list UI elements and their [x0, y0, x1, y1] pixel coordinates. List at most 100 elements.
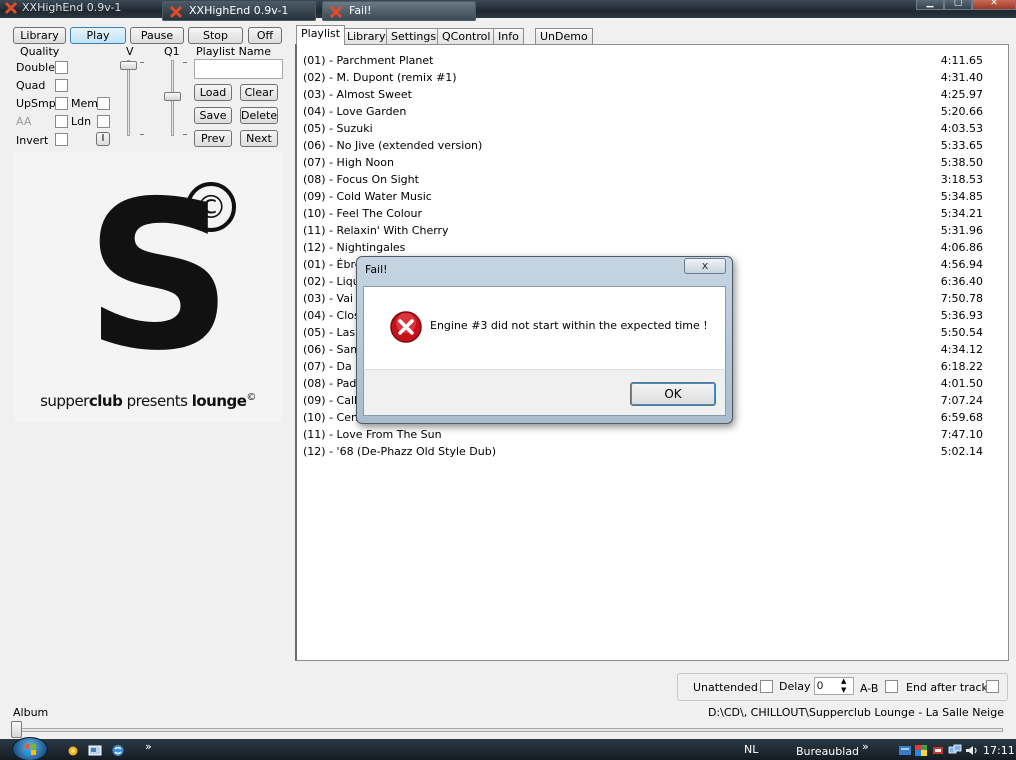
playlist-track-title: (07) - Da S — [303, 360, 363, 373]
invert-checkbox[interactable] — [55, 133, 68, 146]
current-path: D:\CD\, CHILLOUT\Supperclub Lounge - La … — [707, 706, 1004, 719]
album-slider-thumb[interactable] — [11, 721, 22, 738]
playlist-track-duration: 4:03.53 — [940, 122, 983, 135]
sun-icon[interactable] — [66, 744, 80, 757]
tab-undemo[interactable]: UnDemo — [535, 28, 593, 44]
ldn-checkbox[interactable] — [97, 115, 110, 128]
ab-checkbox[interactable] — [885, 680, 898, 693]
desktop-toolbar-chevron-icon[interactable]: » — [862, 740, 869, 753]
upsmp-checkbox[interactable] — [55, 97, 68, 110]
v-slider-thumb[interactable] — [120, 61, 137, 70]
options-group: Unattended Delay ▲ ▼ A-B End after track — [677, 673, 1008, 701]
quick-launch-chevron-icon[interactable]: » — [145, 740, 152, 753]
album-slider-track[interactable] — [13, 728, 1003, 732]
v-slider-tick — [140, 134, 144, 135]
delay-label: Delay — [779, 680, 811, 693]
delete-button[interactable]: Delete — [240, 107, 278, 124]
spin-down-icon[interactable]: ▼ — [841, 686, 846, 695]
off-button[interactable]: Off — [248, 27, 282, 44]
tab-library[interactable]: Library — [342, 28, 391, 44]
playlist-row[interactable]: (02) - M. Dupont (remix #1) 4:31.40 — [303, 69, 983, 86]
playlist-row[interactable]: (10) - Feel The Colour 5:34.21 — [303, 205, 983, 222]
q1-slider-thumb[interactable] — [164, 92, 181, 101]
show-desktop-icon[interactable] — [88, 744, 102, 757]
next-button[interactable]: Next — [240, 130, 278, 147]
playlist-track-duration: 7:07.24 — [940, 394, 983, 407]
caption-supper: supper — [40, 392, 89, 410]
tab-info[interactable]: Info — [493, 28, 524, 44]
playlist-row[interactable]: (06) - No Jive (extended version) 5:33.65 — [303, 137, 983, 154]
playlist-track-duration: 4:25.97 — [940, 88, 983, 101]
switch-windows-icon[interactable] — [111, 744, 125, 757]
tray-network-connections-icon[interactable] — [948, 744, 962, 757]
stop-button[interactable]: Stop — [188, 27, 243, 44]
minimize-button[interactable]: ▁ — [916, 0, 944, 10]
playlist-track-duration: 7:50.78 — [940, 292, 983, 305]
end-after-track-checkbox[interactable] — [986, 680, 999, 693]
playlist-row[interactable]: (11) - Relaxin' With Cherry 5:31.96 — [303, 222, 983, 239]
unattended-checkbox[interactable] — [760, 680, 773, 693]
delay-spinner[interactable] — [814, 677, 854, 695]
playlist-row[interactable]: (03) - Almost Sweet 4:25.97 — [303, 86, 983, 103]
playlist-track-title: (01) - Parchment Planet — [303, 54, 434, 67]
playlist-track-duration: 5:33.65 — [940, 139, 983, 152]
play-button[interactable]: Play — [70, 27, 126, 44]
save-button[interactable]: Save — [194, 107, 232, 124]
quality-label: Quality — [20, 45, 60, 58]
tray-network-icon[interactable] — [898, 744, 912, 757]
playlist-row[interactable]: (12) - Nightingales 4:06.86 — [303, 239, 983, 256]
fail-dialog: Fail! x Engine #3 did not start within t… — [356, 256, 733, 424]
prev-button[interactable]: Prev — [194, 130, 232, 147]
playlist-row[interactable]: (05) - Suzuki 4:03.53 — [303, 120, 983, 137]
dialog-footer: OK — [363, 369, 726, 416]
playlist-track-title: (02) - M. Dupont (remix #1) — [303, 71, 457, 84]
tab-settings[interactable]: Settings — [386, 28, 442, 44]
pause-button[interactable]: Pause — [130, 27, 184, 44]
playlist-row[interactable]: (08) - Focus On Sight 3:18.53 — [303, 171, 983, 188]
library-button[interactable]: Library — [13, 27, 66, 44]
close-button[interactable]: ✕ — [972, 0, 1016, 10]
playlist-track-title: (09) - Cold Water Music — [303, 190, 432, 203]
tray-volume-icon[interactable] — [964, 744, 978, 757]
desktop-toolbar-label[interactable]: Bureaublad — [796, 745, 859, 758]
playlist-track-duration: 5:34.85 — [940, 190, 983, 203]
playlist-row[interactable]: (09) - Cold Water Music 5:34.85 — [303, 188, 983, 205]
playlist-track-title: (12) - '68 (De-Phazz Old Style Dub) — [303, 445, 496, 458]
start-button[interactable] — [12, 737, 48, 760]
double-checkbox[interactable] — [55, 61, 68, 74]
playlist-row[interactable]: (01) - Parchment Planet 4:11.65 — [303, 52, 983, 69]
load-button[interactable]: Load — [194, 84, 232, 101]
v-slider-track[interactable] — [127, 60, 130, 136]
aa-checkbox[interactable] — [55, 115, 68, 128]
playlist-name-label: Playlist Name — [196, 45, 272, 58]
info-small-button[interactable]: I — [96, 132, 110, 146]
playlist-track-duration: 5:50.54 — [940, 326, 983, 339]
maximize-button[interactable]: ▢ — [944, 0, 972, 10]
spin-up-icon[interactable]: ▲ — [841, 677, 846, 686]
tray-color-icon[interactable] — [914, 744, 928, 757]
ok-button[interactable]: OK — [630, 382, 716, 406]
v-slider-tick — [140, 62, 144, 63]
mem-label: Mem — [71, 97, 98, 110]
tab-qcontrol[interactable]: QControl — [437, 28, 496, 44]
playlist-name-input[interactable] — [194, 59, 283, 79]
clock: 17:11 — [983, 744, 1015, 757]
playlist-row[interactable]: (04) - Love Garden 5:20.66 — [303, 103, 983, 120]
playlist-row[interactable]: (12) - '68 (De-Phazz Old Style Dub) 5:02.… — [303, 443, 983, 460]
language-indicator[interactable]: NL — [744, 743, 758, 756]
task-fail[interactable]: Fail! — [322, 1, 476, 21]
mem-checkbox[interactable] — [97, 97, 110, 110]
task-xxhighend[interactable]: XXHighEnd 0.9v-1 — [162, 1, 316, 21]
dialog-close-button[interactable]: x — [684, 258, 726, 274]
task-xxhighend-label: XXHighEnd 0.9v-1 — [189, 4, 289, 17]
playlist-track-title: (05) - Suzuki — [303, 122, 373, 135]
playlist-track-duration: 4:06.86 — [940, 241, 983, 254]
clear-button[interactable]: Clear — [240, 84, 278, 101]
quad-checkbox[interactable] — [55, 79, 68, 92]
playlist-row[interactable]: (11) - Love From The Sun 7:47.10 — [303, 426, 983, 443]
playlist-row[interactable]: (07) - High Noon 5:38.50 — [303, 154, 983, 171]
tab-playlist[interactable]: Playlist — [296, 25, 346, 45]
app-x-icon — [4, 1, 18, 15]
end-after-track-label: End after track — [906, 681, 988, 694]
tray-device-icon[interactable] — [931, 744, 945, 757]
